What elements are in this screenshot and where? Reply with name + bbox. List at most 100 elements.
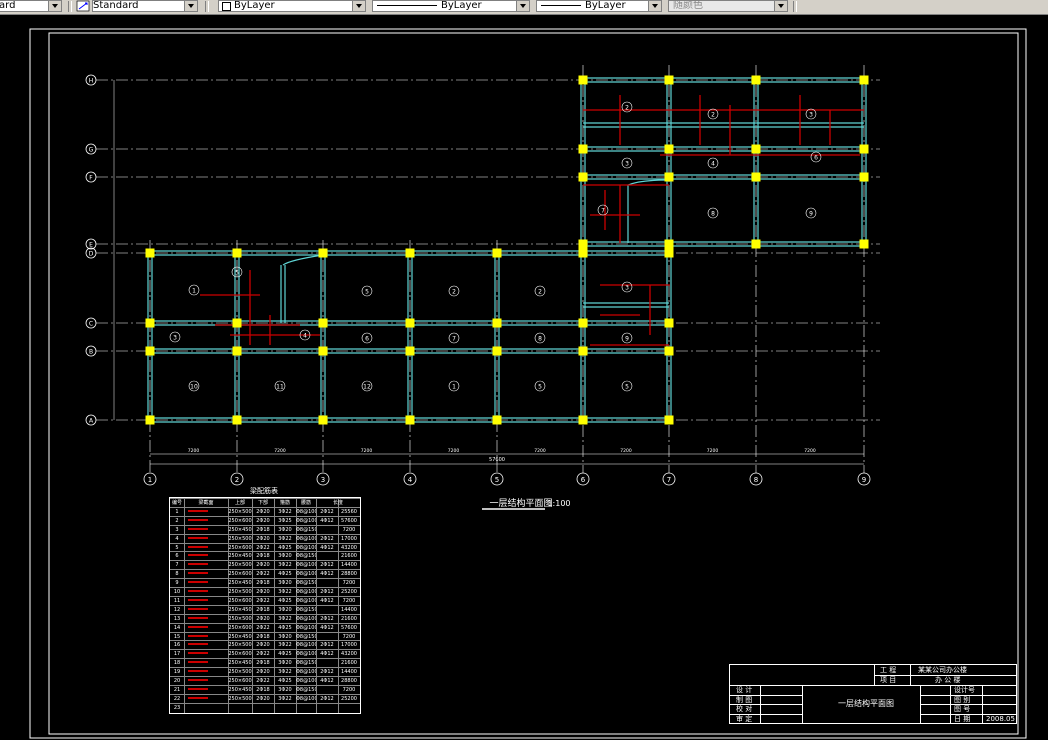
chevron-down-icon[interactable] [774,1,787,11]
schedule-cell: 250×600 [228,571,252,578]
room-tag-label: 9 [625,336,629,343]
schedule-cell: 21 [173,686,181,693]
schedule-cell [316,552,338,560]
schedule-title: 梁配筋表 [250,486,278,495]
schedule-cell: Φ8@150 [296,526,316,533]
schedule-cell: 上部 [234,500,245,506]
rebar-sketch [188,563,208,566]
schedule-cell: 250×500 [228,562,252,569]
schedule-cell: 250×500 [228,589,252,595]
schedule-cell: 7200 [342,686,356,693]
column [664,415,674,425]
table-row: 11 250×600 2Φ22 4Φ25 Φ8@100 4Φ12 7200 [170,595,360,605]
schedule-cell [296,704,316,712]
schedule-cell: 2Φ20 [256,562,270,569]
schedule-cell [316,579,338,587]
schedule-cell: 2Φ12 [320,535,334,542]
schedule-cell: 3Φ22 [278,615,292,622]
beam-curve [627,179,670,243]
tb-row-check: 校 对 [736,705,753,713]
schedule-cell: 28800 [341,571,357,578]
schedule-cell: 28800 [341,678,357,684]
axis-label-2: 2 [235,476,239,484]
schedule-cell: Φ8@100 [296,615,316,622]
axis-label-6: 6 [581,476,586,484]
schedule-cell: 2Φ20 [256,517,270,524]
schedule-cell: Φ8@100 [296,535,316,542]
lineweight-control-select[interactable]: ByLayer [536,0,662,12]
room-tag-label: 2 [711,112,715,119]
room-tag-label: 10 [190,384,198,391]
schedule-cell: 21600 [341,615,357,622]
schedule-cell: 2Φ18 [256,580,270,587]
dim-style-icon[interactable] [76,0,90,12]
chevron-down-icon[interactable] [352,1,365,11]
text-style-select[interactable]: ard [0,0,62,12]
schedule-cell: Φ8@150 [296,686,316,693]
column [145,248,155,258]
lineweight-sample-icon [541,4,581,6]
schedule-cell: 250×500 [228,669,252,676]
schedule-cell: 18 [173,660,181,667]
table-row: 1 250×500 2Φ20 3Φ22 Φ8@100 2Φ12 25560 [170,506,360,516]
schedule-cell: 250×600 [228,597,252,604]
schedule-cell: 2Φ18 [256,660,270,667]
schedule-cell: 3Φ22 [278,508,292,515]
schedule-cell: 2Φ12 [320,615,334,622]
schedule-cell: Φ8@150 [296,606,316,613]
schedule-cell: 编号 [171,500,182,506]
room-tag-label: 4 [711,161,715,168]
linetype-value: ByLayer [441,0,482,11]
schedule-cell: Φ8@100 [296,562,316,569]
text-style-value: ard [0,0,16,11]
schedule-cell [316,704,338,712]
dim-text: 7200 [534,448,546,454]
tb-drawing-no-label: 图 号 [954,705,971,713]
chevron-down-icon[interactable] [648,1,661,11]
schedule-cell: 5 [175,544,179,551]
schedule-cell: 25560 [341,508,357,515]
linetype-control-select[interactable]: ByLayer [372,0,530,12]
schedule-cell: 250×450 [228,633,252,640]
schedule-cell: 22 [173,695,181,702]
column [145,318,155,328]
chevron-down-icon[interactable] [184,1,197,11]
table-row: 22 250×500 2Φ20 3Φ22 Φ8@100 2Φ12 25200 [170,693,360,703]
plot-style-select[interactable]: 随颜色 [668,0,788,12]
schedule-cell: 2Φ18 [256,553,270,560]
schedule-cell: 2Φ20 [256,589,270,595]
schedule-cell: 2Φ12 [320,589,334,595]
column [232,415,242,425]
schedule-cell: 250×600 [228,517,252,524]
axis-label-H: H [89,78,94,85]
dim-style-select[interactable]: Standard [92,0,198,12]
schedule-cell: 10 [173,589,181,595]
tb-category-label: 图 别 [954,696,971,704]
schedule-cell: 3Φ20 [278,526,292,533]
column [492,415,502,425]
column [318,346,328,356]
color-control-select[interactable]: ByLayer [218,0,366,12]
room-tag-label: 1 [192,288,196,295]
schedule-cell: 4Φ12 [320,678,334,684]
tb-project-value: 某某公司办公楼 [918,666,967,674]
schedule-cell: Φ8@100 [296,651,316,658]
chevron-down-icon[interactable] [48,1,61,11]
drawing-canvas[interactable]: H G F E D C B A 1 2 3 4 5 6 7 8 9 7200 7200 7200 7200 7200 720… [0,15,1048,740]
tb-row-draw: 制 图 [736,696,753,704]
room-tag-label: 5 [235,270,239,277]
schedule-cell [338,704,360,712]
room-tag-label: 1 [452,384,456,391]
axis-label-7: 7 [667,476,671,484]
column [405,415,415,425]
dim-style-value: Standard [93,0,139,11]
schedule-cell: 19 [173,669,181,676]
schedule-cell: 箍筋 [279,500,290,506]
table-row: 14 250×600 2Φ22 4Φ25 Φ8@100 4Φ12 57600 [170,622,360,632]
column [578,248,588,258]
dim-text: 7200 [707,448,719,454]
schedule-cell: 14 [173,624,181,631]
chevron-down-icon[interactable] [516,1,529,11]
toolbar-separator [793,1,797,12]
schedule-cell: Φ8@100 [296,642,316,649]
